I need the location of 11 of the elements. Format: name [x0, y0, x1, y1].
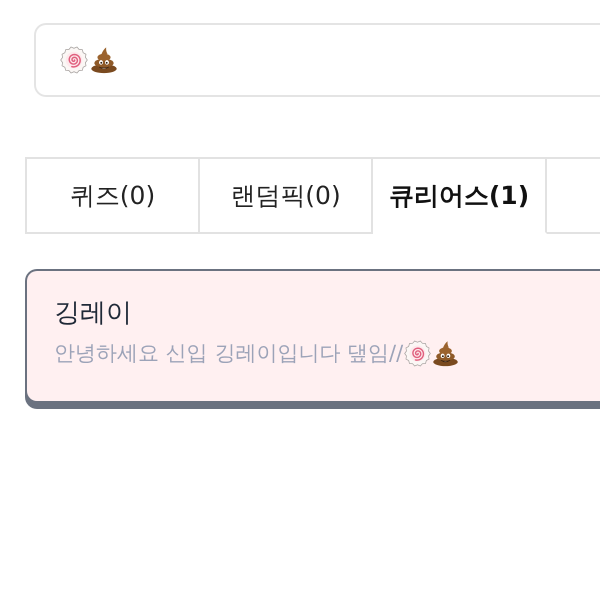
poop-icon	[90, 46, 118, 74]
tab[interactable]: 퀴즈(0)	[25, 157, 200, 234]
post-message: 안녕하세요 신입 깅레이입니다 댚임//	[54, 340, 404, 367]
poop-icon	[432, 340, 460, 366]
fish-cake-icon	[60, 46, 88, 74]
tab[interactable]: 큐리어스(1)	[373, 157, 547, 234]
tab[interactable]: 랜덤픽(0)	[200, 157, 373, 234]
input-field[interactable]	[34, 23, 600, 97]
tab[interactable]	[547, 157, 600, 234]
author-name: 깅레이	[54, 297, 132, 329]
fish-cake-icon	[404, 340, 432, 366]
